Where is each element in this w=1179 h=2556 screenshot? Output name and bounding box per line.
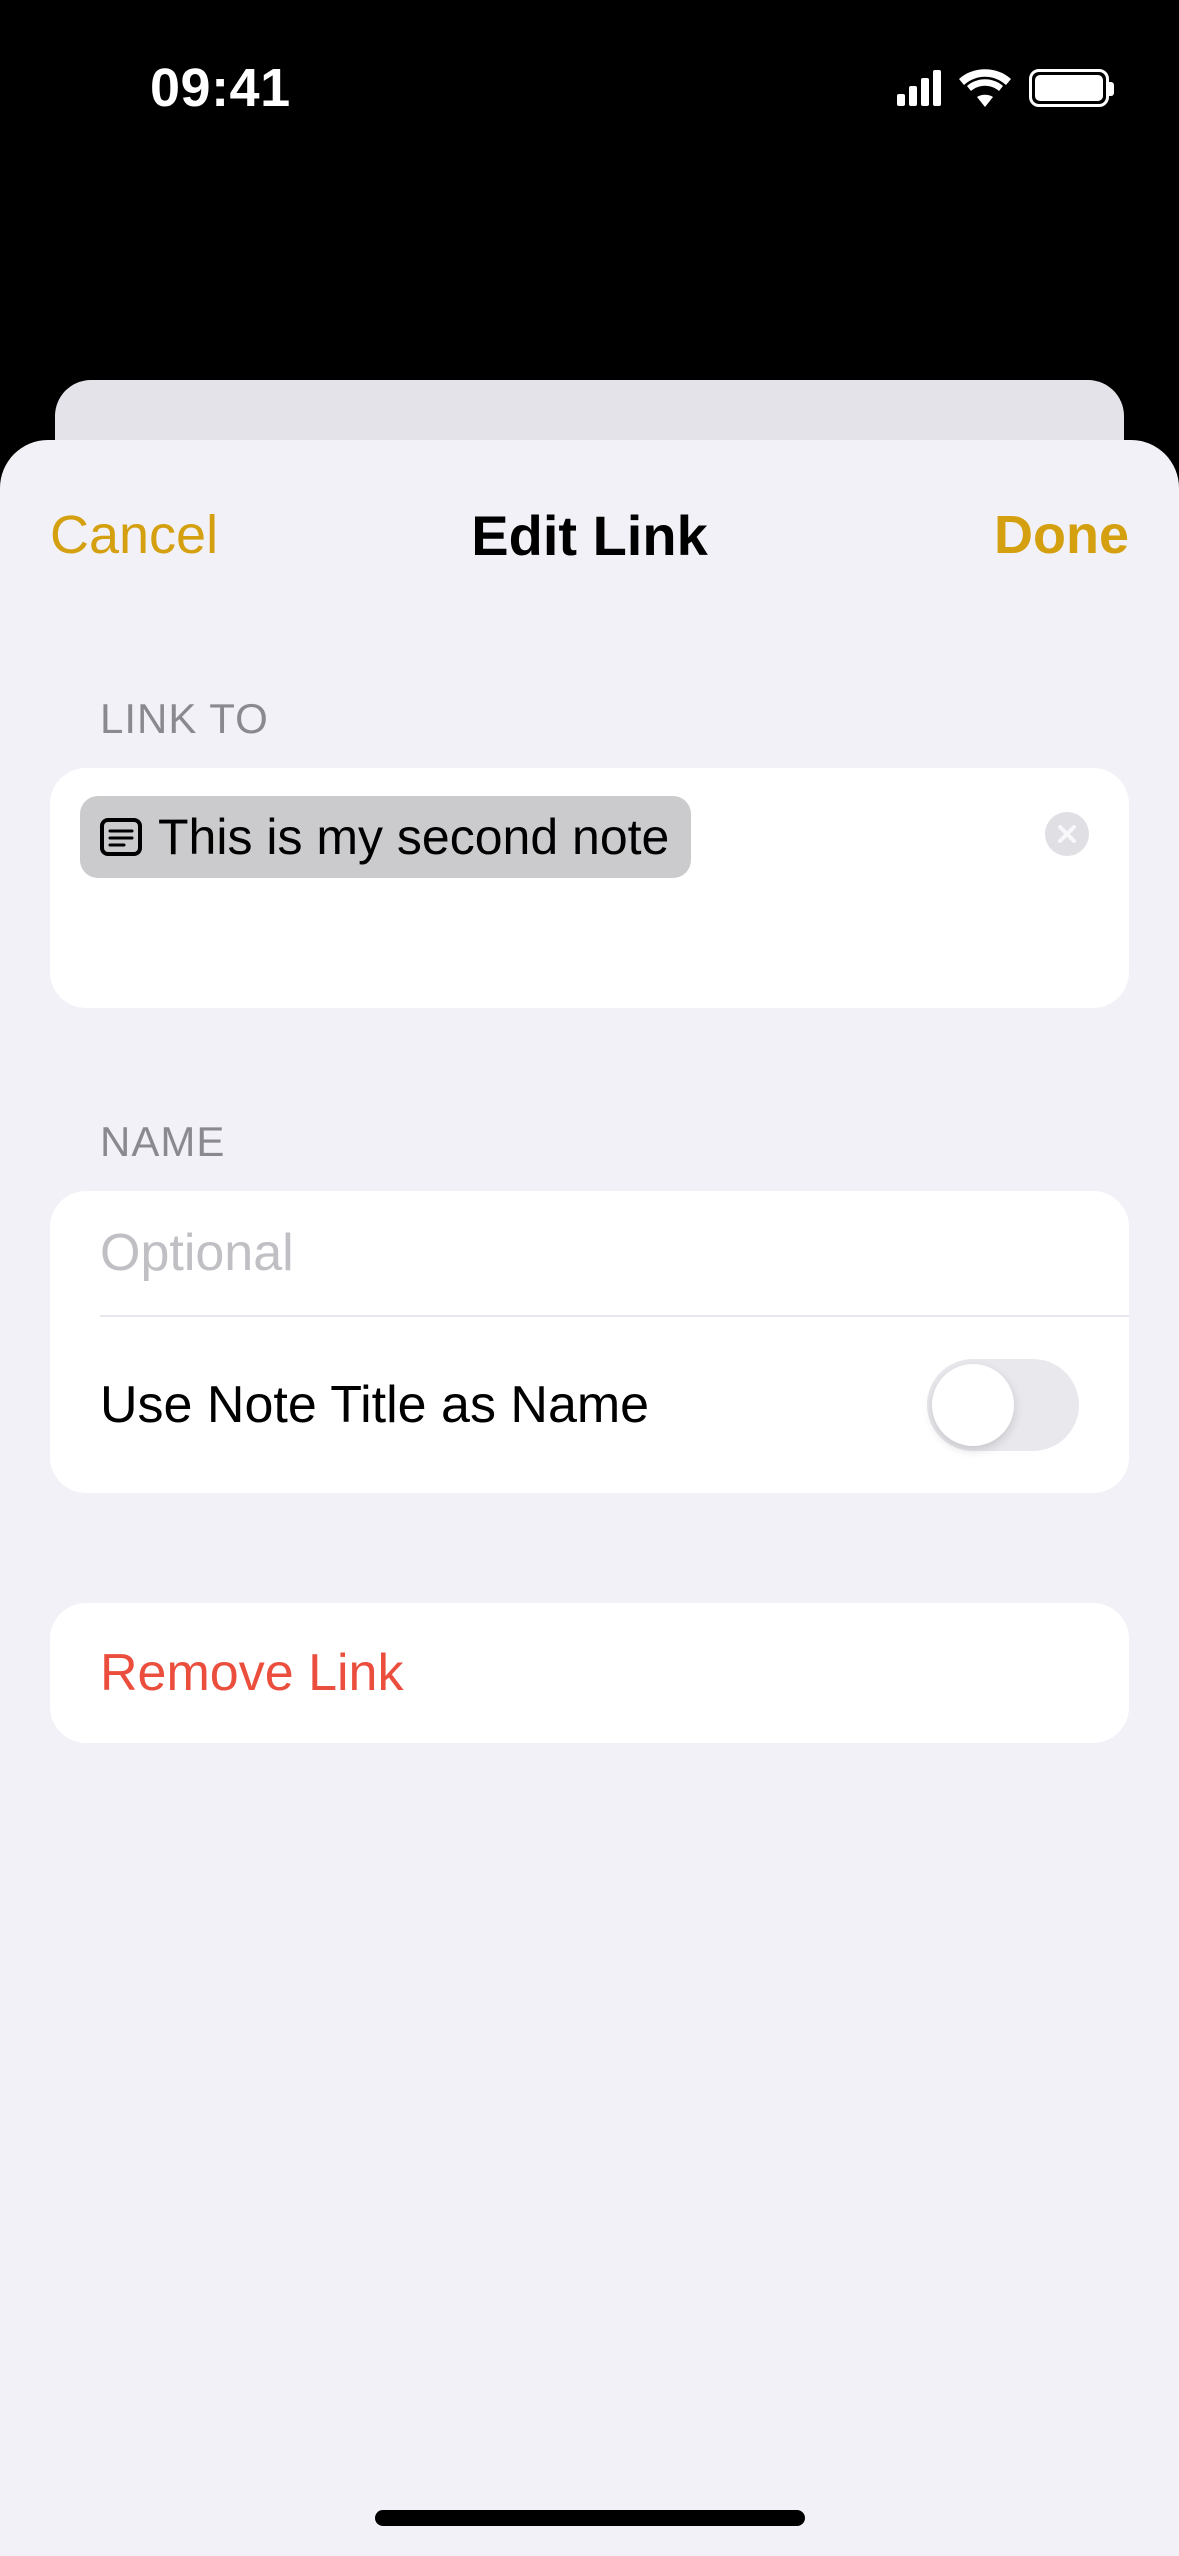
linkto-section-header: LINK TO	[50, 695, 1129, 743]
linked-note-token[interactable]: This is my second note	[80, 796, 691, 878]
clear-link-button[interactable]	[1045, 812, 1089, 856]
wifi-icon	[959, 69, 1011, 107]
device-frame: 09:41 Cancel Edit Link Done LINK TO	[0, 0, 1179, 2556]
name-input[interactable]	[100, 1223, 1079, 1283]
close-icon	[1057, 824, 1077, 844]
remove-link-button[interactable]: Remove Link	[50, 1603, 1129, 1743]
toggle-knob	[932, 1364, 1014, 1446]
nav-bar: Cancel Edit Link Done	[0, 460, 1179, 610]
modal-sheet: Cancel Edit Link Done LINK TO This	[0, 440, 1179, 2556]
name-section-header: NAME	[50, 1118, 1129, 1166]
status-time: 09:41	[150, 57, 291, 119]
done-button[interactable]: Done	[929, 504, 1129, 566]
remove-link-label: Remove Link	[100, 1644, 403, 1702]
content-area: LINK TO This is my second note	[0, 695, 1179, 1743]
name-card: Use Note Title as Name	[50, 1191, 1129, 1493]
battery-icon	[1029, 69, 1109, 107]
use-note-title-label: Use Note Title as Name	[100, 1375, 649, 1435]
use-note-title-row: Use Note Title as Name	[50, 1317, 1129, 1493]
use-note-title-toggle[interactable]	[927, 1359, 1079, 1451]
status-bar: 09:41	[0, 0, 1179, 175]
cancel-button[interactable]: Cancel	[50, 504, 250, 566]
page-title: Edit Link	[250, 503, 929, 568]
name-input-row	[50, 1191, 1129, 1315]
linked-note-title: This is my second note	[158, 808, 669, 866]
cellular-signal-icon	[897, 70, 941, 106]
status-indicators	[897, 69, 1109, 107]
home-indicator[interactable]	[375, 2510, 805, 2526]
remove-link-card: Remove Link	[50, 1603, 1129, 1743]
linkto-field[interactable]: This is my second note	[50, 768, 1129, 1008]
note-icon	[98, 814, 144, 860]
